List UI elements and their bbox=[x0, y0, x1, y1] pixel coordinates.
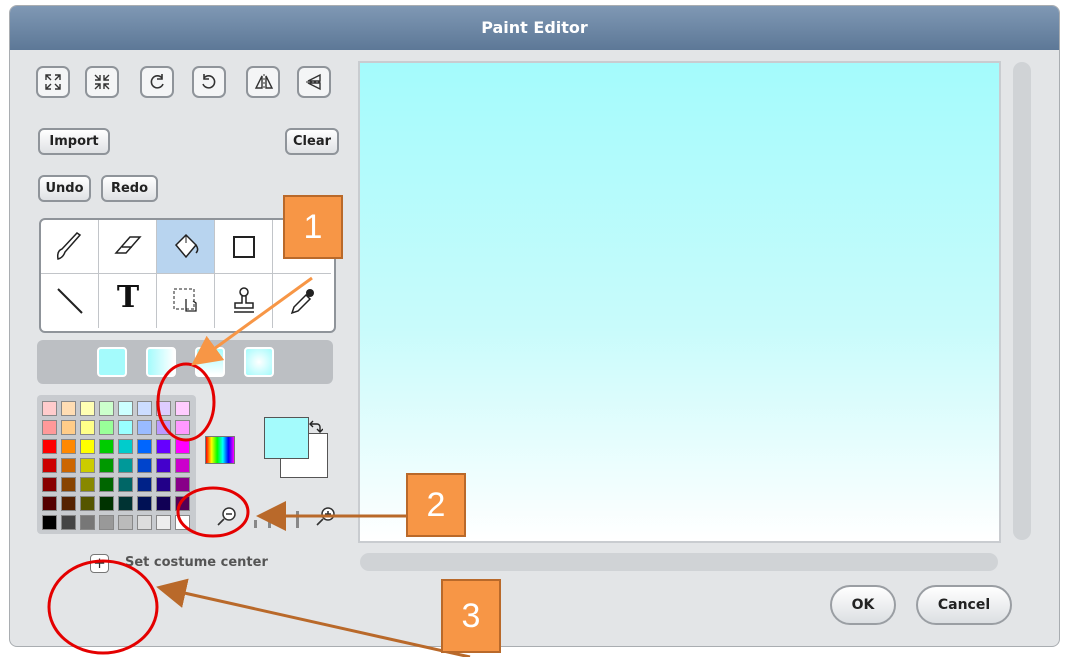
callout-box-1: 1 bbox=[283, 195, 343, 259]
highlight-circle-2 bbox=[176, 486, 250, 538]
callout-arrow-1 bbox=[191, 276, 313, 366]
highlight-circle-1 bbox=[156, 362, 216, 442]
callout-arrow-3 bbox=[156, 578, 471, 657]
callout-box-3: 3 bbox=[441, 579, 501, 653]
annotation-overlay bbox=[47, 276, 471, 657]
highlight-circle-3 bbox=[47, 559, 159, 655]
callout-box-2: 2 bbox=[406, 473, 466, 537]
